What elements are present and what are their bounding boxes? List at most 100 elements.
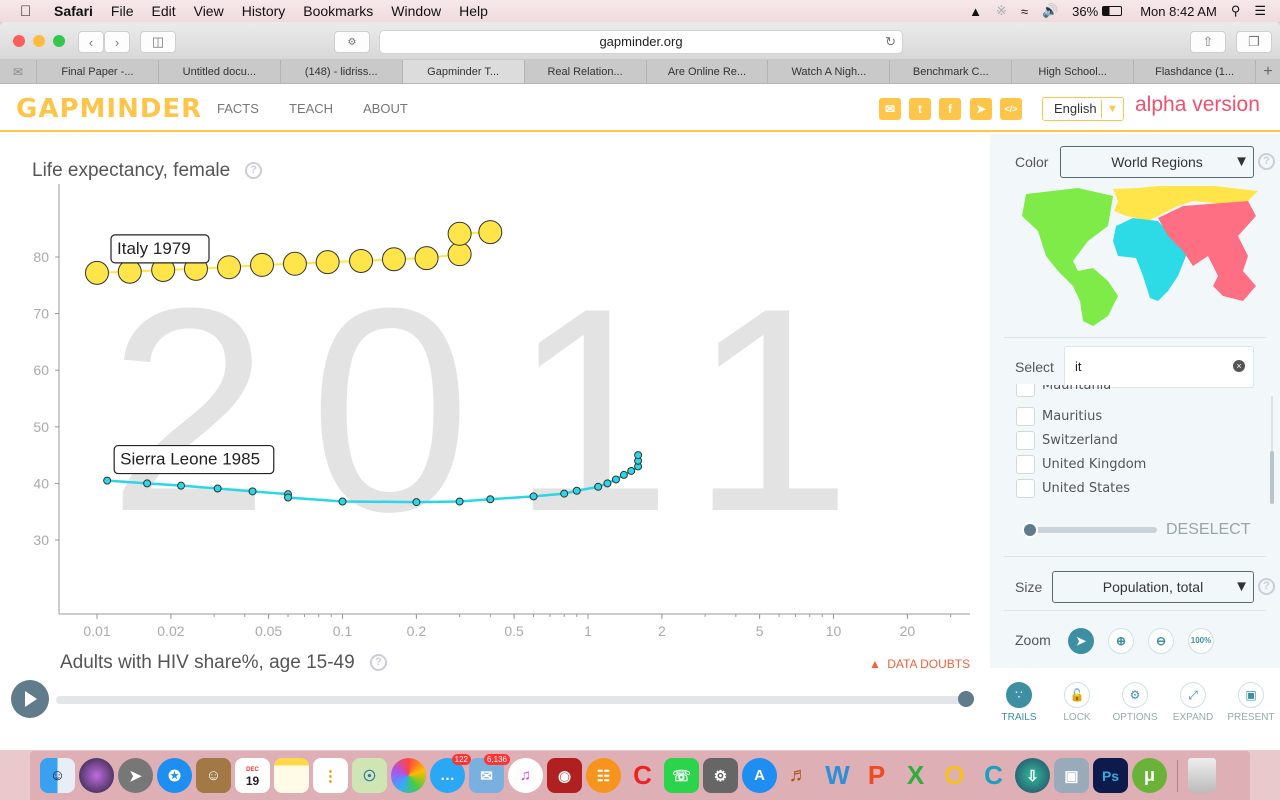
size-select[interactable]: Population, total ▼ — [1052, 571, 1254, 603]
maps-icon[interactable]: ☉ — [352, 758, 387, 793]
siri-icon[interactable] — [79, 758, 114, 793]
bubble-sierra-leone[interactable] — [627, 466, 636, 475]
bubble-sierra-leone[interactable] — [177, 481, 186, 490]
volume-icon[interactable]: 🔊 — [1042, 3, 1058, 19]
app-store-icon[interactable]: A — [742, 758, 777, 793]
options-button[interactable]: ⚙ OPTIONS — [1106, 682, 1164, 723]
country-item[interactable]: United Kingdom — [1042, 457, 1146, 472]
spotlight-icon[interactable]: ⚲ — [1231, 3, 1241, 19]
tab[interactable]: Are Online Re... — [647, 60, 769, 83]
zoom-in-button[interactable]: ⊕ — [1108, 628, 1134, 654]
apple-menu-icon[interactable]:  — [20, 3, 36, 20]
data-doubts-link[interactable]: ▲ DATA DOUBTS — [869, 657, 970, 671]
bubble-italy[interactable] — [315, 250, 340, 275]
finder-icon[interactable]: ☺ — [40, 758, 75, 793]
bubble-sierra-leone[interactable] — [103, 476, 112, 485]
nav-about[interactable]: ABOUT — [363, 101, 408, 116]
map-region-americas[interactable] — [1022, 188, 1118, 326]
communicator-icon[interactable]: C — [976, 758, 1011, 793]
battery-percent[interactable]: 36% — [1072, 4, 1098, 19]
trail-label-italy[interactable]: Italy 1979 — [110, 234, 210, 264]
checkbox-country[interactable] — [1016, 455, 1035, 474]
tab[interactable]: Watch A Nigh... — [768, 60, 891, 83]
bubble-sierra-leone[interactable] — [634, 451, 643, 460]
bubble-italy[interactable] — [447, 242, 472, 267]
lock-button[interactable]: 🔓 LOCK — [1048, 682, 1106, 723]
ibooks-icon[interactable]: ☷ — [586, 758, 621, 793]
powerpoint-icon[interactable]: P — [859, 758, 894, 793]
nav-facts[interactable]: FACTS — [217, 101, 259, 116]
address-bar[interactable]: gapminder.org ↻ — [379, 30, 903, 54]
checkbox-country[interactable] — [1016, 384, 1035, 397]
downloader-icon[interactable]: ⇩ — [1015, 758, 1050, 793]
trash-icon[interactable] — [1188, 758, 1216, 793]
time-slider-handle[interactable] — [958, 691, 974, 707]
launchpad-icon[interactable]: ➤ — [118, 758, 153, 793]
trails-button[interactable]: ∵ TRAILS — [990, 682, 1048, 723]
google-drive-icon[interactable]: ▲ — [969, 4, 982, 19]
menu-file[interactable]: File — [111, 3, 134, 19]
tab[interactable]: Flashdance (1... — [1134, 60, 1257, 83]
menu-help[interactable]: Help — [459, 3, 488, 19]
mail-icon[interactable]: ✉ — [879, 98, 901, 120]
zoom-window-button[interactable] — [53, 35, 65, 47]
minimize-window-button[interactable] — [33, 35, 45, 47]
menu-view[interactable]: View — [194, 3, 224, 19]
battery-icon[interactable] — [1102, 6, 1123, 16]
bubble-sierra-leone[interactable] — [248, 487, 257, 496]
system-preferences-icon[interactable]: ⚙ — [703, 758, 738, 793]
x-axis-help-icon[interactable]: ? — [370, 654, 387, 671]
extension-icon[interactable]: ⚙ — [334, 31, 370, 53]
zoom-out-button[interactable]: ⊖ — [1148, 628, 1174, 654]
telegram-icon[interactable]: ➤ — [970, 98, 992, 120]
bubble-sierra-leone[interactable] — [486, 495, 495, 504]
itunes-icon[interactable]: ♫ — [508, 758, 543, 793]
gapminder-logo[interactable]: GAPMINDER — [16, 94, 202, 124]
bubble-italy[interactable] — [117, 259, 142, 284]
photo-booth-icon[interactable]: ◉ — [547, 758, 582, 793]
color-select[interactable]: World Regions ▼ — [1060, 146, 1254, 178]
notes-icon[interactable] — [274, 758, 309, 793]
time-slider-track[interactable] — [56, 696, 966, 704]
mail-tab-icon[interactable]: ✉ — [0, 60, 37, 83]
new-tab-button[interactable]: + — [1256, 60, 1280, 83]
bubble-italy[interactable] — [217, 255, 242, 280]
menu-edit[interactable]: Edit — [151, 3, 175, 19]
bubble-sierra-leone[interactable] — [284, 493, 293, 502]
bubble-italy[interactable] — [85, 260, 109, 285]
bubble-sierra-leone[interactable] — [143, 479, 152, 488]
forward-button[interactable]: › — [104, 31, 130, 53]
word-icon[interactable]: W — [820, 758, 855, 793]
safari-icon[interactable]: ✪ — [157, 758, 192, 793]
bubble-italy[interactable] — [250, 252, 275, 277]
menu-history[interactable]: History — [242, 3, 286, 19]
country-item[interactable]: United States — [1042, 481, 1130, 496]
tab-active[interactable]: Gapminder T... — [402, 60, 525, 83]
bubble-sierra-leone[interactable] — [412, 498, 421, 507]
facetime-icon[interactable]: ☏ — [664, 758, 699, 793]
reminders-icon[interactable]: ⋮ — [313, 758, 348, 793]
bubble-sierra-leone[interactable] — [619, 470, 628, 479]
bubble-italy[interactable] — [349, 248, 374, 273]
bubble-sierra-leone[interactable] — [338, 497, 347, 506]
bluetooth-icon[interactable]: ※ — [996, 3, 1007, 19]
photos-icon[interactable] — [391, 758, 426, 793]
mail-app-icon[interactable]: ✉ 6,136 — [469, 754, 510, 793]
share-button[interactable]: ⇧ — [1190, 31, 1226, 53]
tab[interactable]: High School... — [1012, 60, 1135, 83]
clock[interactable]: Mon 8:42 AM — [1140, 4, 1217, 19]
back-button[interactable]: ‹ — [78, 31, 104, 53]
ccleaner-icon[interactable]: C — [625, 758, 660, 793]
notification-center-icon[interactable]: ☰ — [1254, 3, 1266, 19]
tab[interactable]: Untitled docu... — [159, 60, 281, 83]
nav-teach[interactable]: TEACH — [289, 101, 333, 116]
checkbox-country[interactable] — [1016, 431, 1035, 450]
bubble-sierra-leone[interactable] — [560, 489, 569, 498]
country-list-scrollbar-thumb[interactable] — [1270, 451, 1274, 504]
remote-desktop-icon[interactable]: ▣ — [1054, 758, 1089, 793]
deselect-button[interactable]: DESELECT — [1166, 521, 1250, 539]
country-search-input[interactable]: it × — [1064, 346, 1254, 388]
wifi-icon[interactable]: ≈ — [1021, 4, 1028, 19]
bubble-italy[interactable] — [381, 247, 406, 272]
checkbox-country[interactable] — [1016, 479, 1035, 498]
